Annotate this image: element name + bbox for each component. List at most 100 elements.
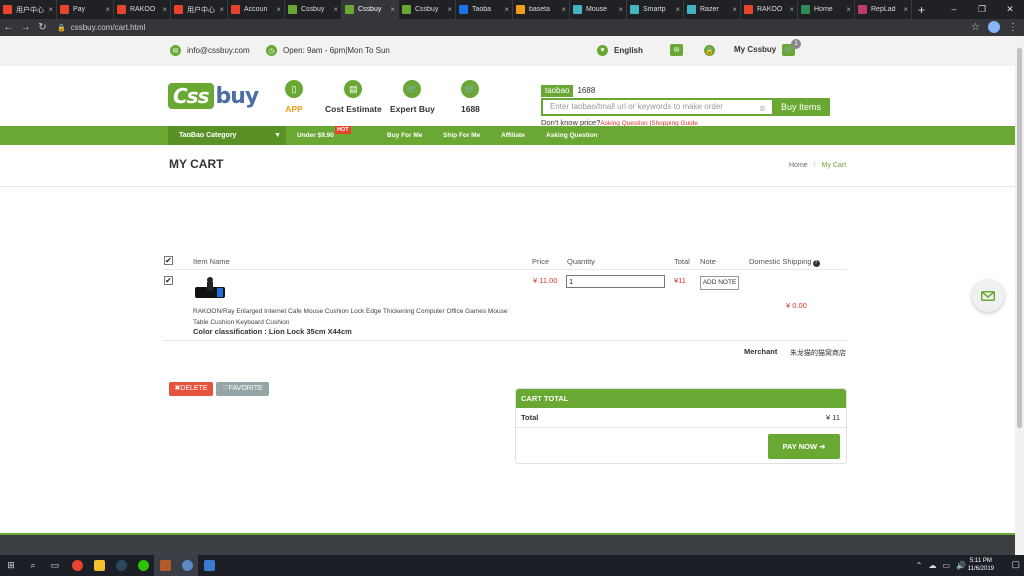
buy-items-button[interactable]: Buy Items: [772, 98, 830, 116]
browser-tab[interactable]: RAKOO ×: [114, 0, 171, 19]
product-thumbnail[interactable]: [193, 275, 227, 302]
browser-tab[interactable]: Razer ×: [684, 0, 741, 19]
task-view-icon[interactable]: ▭: [44, 555, 66, 576]
close-icon[interactable]: ×: [447, 5, 452, 14]
favorite-button[interactable]: ♡FAVORITE: [216, 382, 269, 396]
forward-icon[interactable]: →: [17, 22, 34, 33]
delete-button[interactable]: ✖DELETE: [169, 382, 213, 396]
login-button[interactable]: 🔒: [704, 45, 721, 56]
item-checkbox[interactable]: ✔: [164, 276, 173, 285]
close-icon[interactable]: ×: [504, 5, 509, 14]
close-icon[interactable]: ×: [105, 5, 110, 14]
paint-icon[interactable]: [198, 555, 220, 576]
star-icon[interactable]: ☆: [971, 22, 980, 33]
menu-icon[interactable]: ⋮: [1008, 22, 1018, 33]
close-icon[interactable]: ×: [48, 5, 53, 14]
search-tab-taobao[interactable]: taobao: [541, 85, 574, 97]
nav-expert-buy[interactable]: 🛒 Expert Buy: [390, 80, 435, 114]
browser-tab[interactable]: Pay ×: [57, 0, 114, 19]
browser-tab[interactable]: RepLad ×: [855, 0, 912, 19]
browser-tab[interactable]: 用户中心 ×: [0, 0, 57, 19]
nav-cost-estimate[interactable]: ▤ Cost Estimate: [325, 80, 382, 114]
steam-icon[interactable]: [110, 555, 132, 576]
app-icon[interactable]: [154, 555, 176, 576]
browser-tab-label: Smartp: [643, 6, 666, 13]
product-name[interactable]: RAKOON/Ray Enlarged Internet Cafe Mouse …: [193, 306, 523, 328]
windows-start-icon[interactable]: ⊞: [0, 555, 22, 576]
chrome-active-icon[interactable]: [176, 555, 198, 576]
browser-tab[interactable]: 用户中心 ×: [171, 0, 228, 19]
breadcrumb-home[interactable]: Home: [789, 162, 808, 169]
nav-app[interactable]: ▯ APP: [285, 80, 303, 114]
taobao-category-dropdown[interactable]: TaoBao Category ▼: [168, 126, 286, 145]
close-icon[interactable]: ×: [789, 5, 794, 14]
message-button[interactable]: ✉: [670, 44, 683, 56]
browser-tab[interactable]: Cssbuy ×: [342, 0, 399, 19]
browser-tab[interactable]: Mouse ×: [570, 0, 627, 19]
maximize-icon[interactable]: ❐: [968, 0, 996, 19]
merchant-name[interactable]: 朱龙猫的猫窝商店: [790, 348, 846, 358]
system-clock[interactable]: 5:11 PM 11/6/2019: [968, 557, 994, 573]
minimize-icon[interactable]: –: [940, 0, 968, 19]
pay-now-button[interactable]: PAY NOW ➜: [768, 434, 840, 459]
chrome-icon[interactable]: [66, 555, 88, 576]
close-icon[interactable]: ×: [618, 5, 623, 14]
network-icon[interactable]: ▭: [942, 561, 950, 570]
nav-under-990[interactable]: Under $9.90: [297, 126, 334, 145]
weidian-icon: [744, 5, 753, 14]
close-icon[interactable]: ×: [846, 5, 851, 14]
floating-message-button[interactable]: [972, 280, 1004, 312]
close-icon[interactable]: ×: [162, 5, 167, 14]
close-icon[interactable]: ×: [333, 5, 338, 14]
search-icon[interactable]: ⌕: [22, 555, 44, 576]
wechat-icon[interactable]: [132, 555, 154, 576]
back-icon[interactable]: ←: [0, 22, 17, 33]
browser-tab[interactable]: Cssbuy ×: [285, 0, 342, 19]
chevron-up-icon[interactable]: ⌃: [916, 561, 923, 570]
profile-avatar[interactable]: [988, 21, 1000, 33]
camera-icon[interactable]: ⌾: [760, 102, 765, 116]
close-icon[interactable]: ×: [675, 5, 680, 14]
cloud-icon[interactable]: ☁: [928, 561, 936, 570]
cart-page: MY CART Home / My Cart ✔ Item Name Price…: [0, 145, 1015, 533]
browser-tab[interactable]: Accoun ×: [228, 0, 285, 19]
nav-ship-for-me[interactable]: Ship For Me: [443, 126, 480, 145]
nav-buy-for-me[interactable]: Buy For Me: [387, 126, 422, 145]
help-icon[interactable]: ?: [812, 260, 820, 267]
browser-tab[interactable]: baseta ×: [513, 0, 570, 19]
add-note-button[interactable]: ADD NOTE: [700, 276, 739, 290]
my-cssbuy-link[interactable]: My Cssbuy: [734, 45, 776, 54]
cart-button[interactable]: 🛒 1: [782, 39, 801, 56]
close-icon[interactable]: ×: [390, 5, 395, 14]
search-input[interactable]: Enter taobao/tmall url or keywords to ma…: [541, 98, 772, 116]
browser-tab[interactable]: RAKOO ×: [741, 0, 798, 19]
nav-asking-question[interactable]: Asking Question: [546, 126, 598, 145]
cart-icon: 🛒: [461, 80, 480, 98]
nav-1688[interactable]: 🛒 1688: [461, 80, 480, 114]
close-icon[interactable]: ×: [561, 5, 566, 14]
volume-icon[interactable]: 🔊: [956, 561, 966, 570]
new-tab-icon[interactable]: +: [912, 3, 925, 17]
reload-icon[interactable]: ↻: [34, 22, 51, 33]
search-tab-1688[interactable]: 1688: [573, 85, 599, 97]
language-selector[interactable]: ♥ English: [597, 45, 643, 56]
cssbuy-logo[interactable]: Css buy: [168, 83, 259, 109]
nav-affiliate[interactable]: Affiliate: [501, 126, 525, 145]
notification-icon[interactable]: ▢: [1011, 559, 1020, 570]
browser-tab[interactable]: Home ×: [798, 0, 855, 19]
page-scrollbar[interactable]: [1015, 36, 1024, 555]
browser-tab[interactable]: Taoba ×: [456, 0, 513, 19]
browser-tab[interactable]: Smartp ×: [627, 0, 684, 19]
close-icon[interactable]: ×: [903, 5, 908, 14]
scrollbar-thumb[interactable]: [1017, 48, 1022, 428]
close-icon[interactable]: ×: [732, 5, 737, 14]
close-icon[interactable]: ×: [276, 5, 281, 14]
close-icon[interactable]: ×: [219, 5, 224, 14]
quantity-input[interactable]: 1: [566, 275, 665, 288]
select-all-checkbox[interactable]: ✔: [164, 256, 173, 265]
document-icon: ▤: [344, 80, 363, 98]
file-explorer-icon[interactable]: [88, 555, 110, 576]
close-window-icon[interactable]: ✕: [996, 0, 1024, 19]
url-field[interactable]: 🔒 cssbuy.com/cart.html: [57, 23, 145, 32]
browser-tab[interactable]: Cssbuy ×: [399, 0, 456, 19]
